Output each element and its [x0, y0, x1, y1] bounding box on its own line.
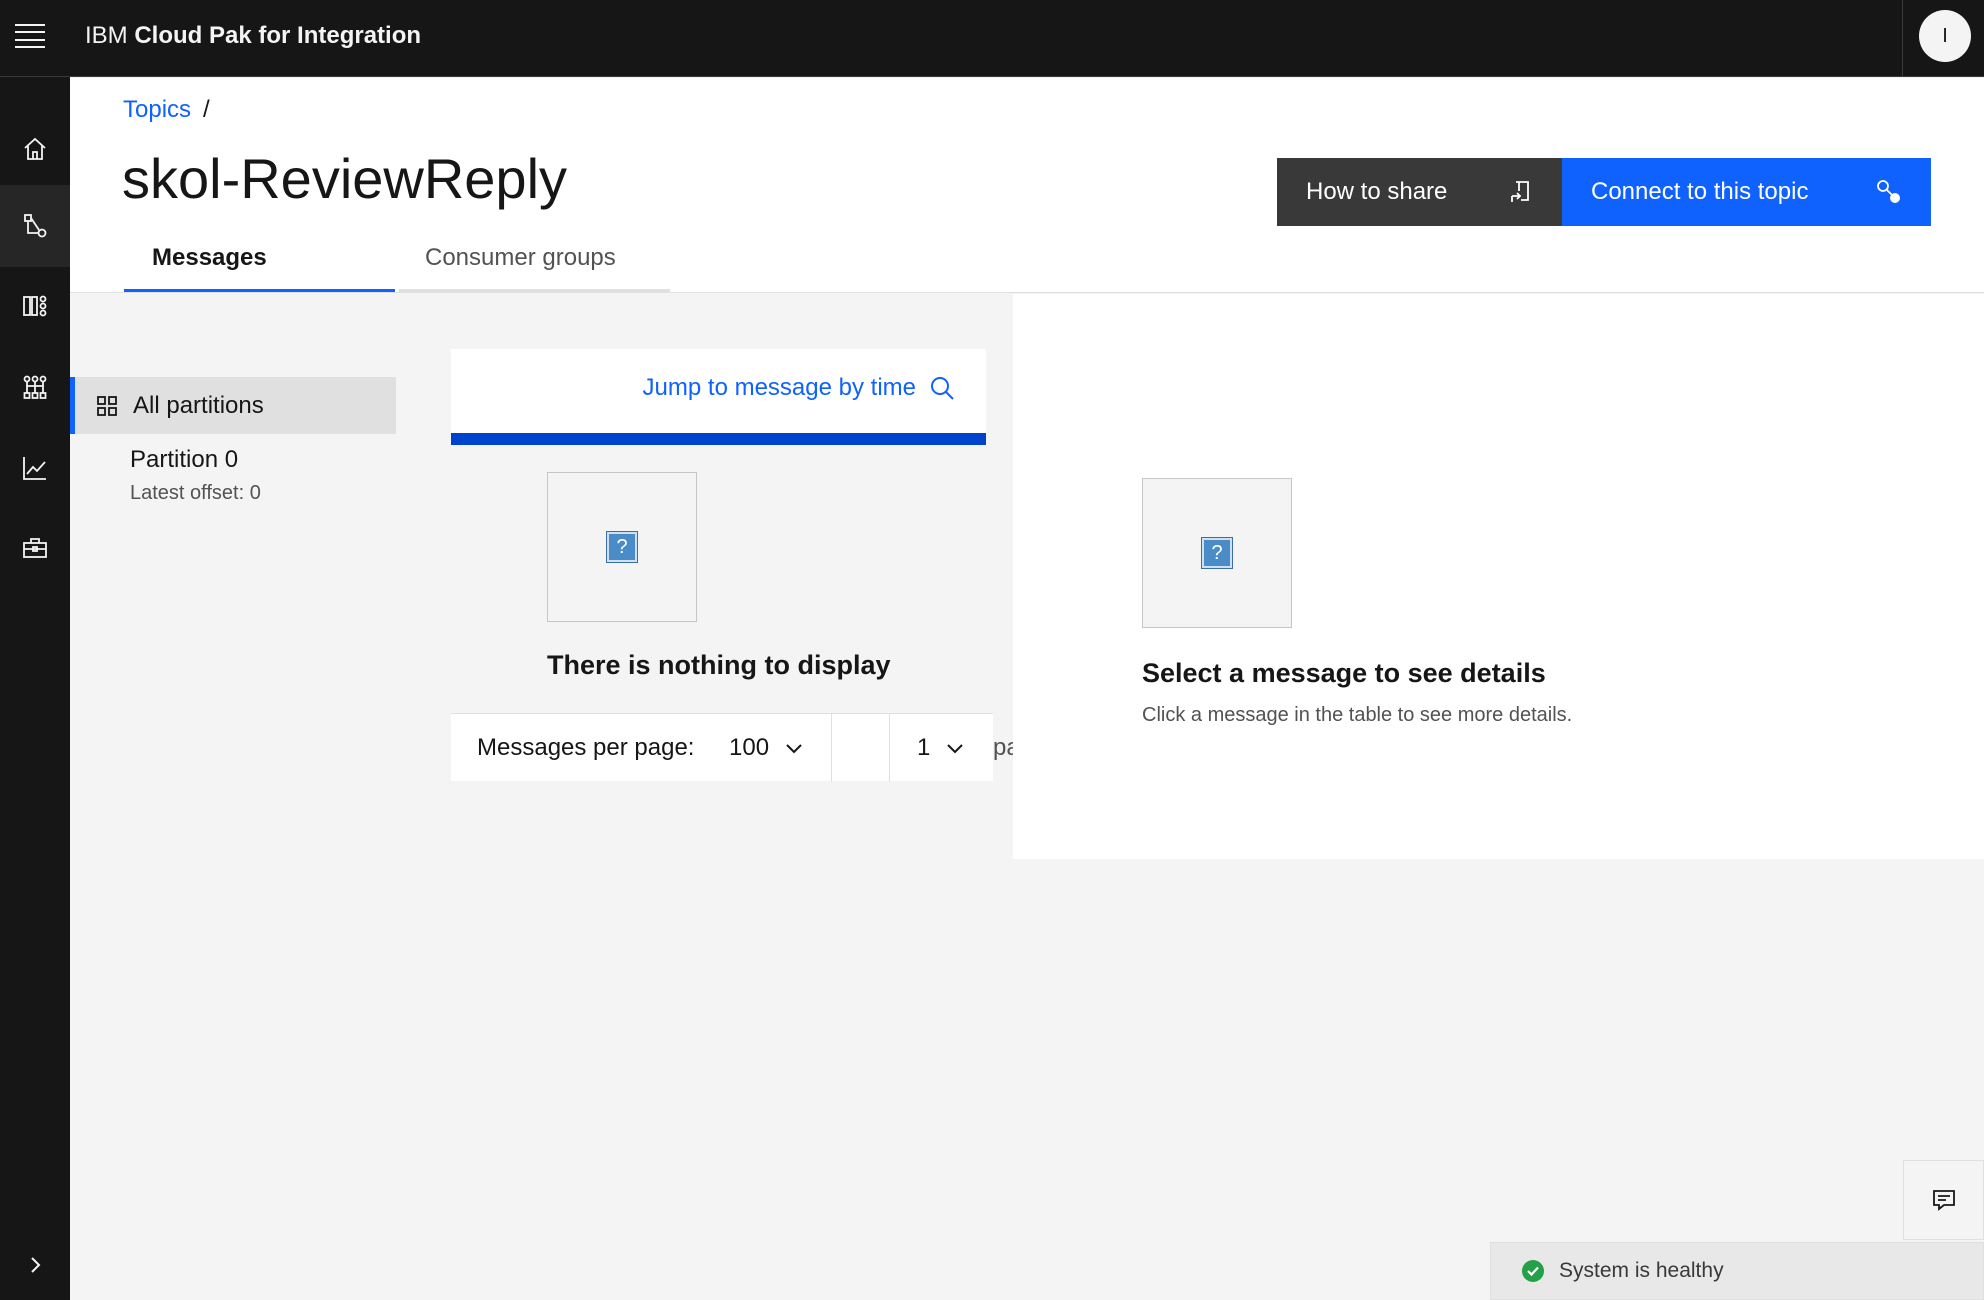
- nav-topology[interactable]: [0, 185, 70, 267]
- system-status[interactable]: System is healthy: [1490, 1242, 1984, 1300]
- details-title: Select a message to see details: [1142, 658, 1546, 688]
- partition-offset: Latest offset: 0: [130, 482, 261, 504]
- left-nav-rail: [0, 77, 70, 1300]
- pages-text: pa: [993, 734, 1013, 761]
- top-header: IBM Cloud Pak for Integration I: [0, 0, 1984, 77]
- check-circle-icon: [1522, 1260, 1544, 1282]
- chart-icon: [23, 457, 46, 480]
- product-name[interactable]: IBM Cloud Pak for Integration: [85, 22, 421, 50]
- breadcrumb: Topics /: [123, 96, 210, 124]
- how-to-share-label: How to share: [1306, 178, 1448, 205]
- pager-divider: [889, 714, 890, 782]
- how-to-share-button[interactable]: How to share: [1277, 158, 1562, 226]
- nav-dashboard[interactable]: [0, 265, 70, 347]
- tab-consumer-groups-label: Consumer groups: [425, 243, 616, 271]
- broken-image-icon: ?: [606, 531, 638, 563]
- per-page-select[interactable]: 100: [729, 714, 834, 782]
- feedback-button[interactable]: [1903, 1160, 1984, 1240]
- network-icon: [23, 375, 47, 399]
- per-page-label: Messages per page:: [477, 734, 695, 761]
- empty-state-title: There is nothing to display: [547, 650, 891, 680]
- tab-consumer-groups[interactable]: Consumer groups: [399, 226, 670, 292]
- nav-monitoring[interactable]: [0, 427, 70, 509]
- page-number-select[interactable]: 1: [917, 714, 987, 782]
- details-subtitle: Click a message in the table to see more…: [1142, 704, 1573, 726]
- brand-prefix: IBM: [85, 22, 128, 49]
- hamburger-menu-icon[interactable]: [15, 24, 45, 48]
- expand-nav-button[interactable]: [0, 1240, 70, 1290]
- pager-divider: [831, 714, 832, 782]
- page-title: skol-ReviewReply: [122, 147, 568, 210]
- user-menu[interactable]: I: [1902, 0, 1984, 77]
- share-icon: [1511, 181, 1529, 202]
- nav-network[interactable]: [0, 347, 70, 429]
- home-icon: [24, 137, 46, 160]
- chat-icon: [1932, 1190, 1955, 1211]
- partition-name: Partition 0: [130, 446, 239, 473]
- page-header: Topics / skol-ReviewReply How to share Co…: [70, 78, 1984, 293]
- grid-icon: [97, 395, 117, 416]
- per-page-value: 100: [729, 734, 770, 761]
- message-details-panel: ? Select a message to see details Click …: [1013, 294, 1984, 859]
- breadcrumb-separator: /: [203, 96, 210, 123]
- jump-to-message-link[interactable]: Jump to message by time: [643, 374, 916, 402]
- tab-messages-label: Messages: [152, 243, 267, 271]
- connect-to-topic-button[interactable]: Connect to this topic: [1562, 158, 1931, 226]
- tab-messages[interactable]: Messages: [124, 226, 395, 292]
- details-image: ?: [1142, 478, 1292, 628]
- nav-toolbox[interactable]: [0, 507, 70, 589]
- connect-to-topic-label: Connect to this topic: [1591, 178, 1809, 205]
- jump-to-time-bar: Jump to message by time: [451, 349, 986, 445]
- nav-home[interactable]: [0, 108, 70, 190]
- partition-item[interactable]: Partition 0 Latest offset: 0: [70, 440, 396, 518]
- partition-all-item[interactable]: All partitions: [70, 377, 396, 434]
- dashboard-icon: [23, 295, 47, 317]
- connect-icon: [1877, 180, 1900, 203]
- partition-all-label: All partitions: [133, 391, 264, 419]
- chevron-down-icon: [947, 744, 964, 754]
- brand-product: Cloud Pak for Integration: [134, 22, 422, 49]
- topology-icon: [24, 214, 47, 238]
- chevron-down-icon: [786, 744, 802, 754]
- status-label: System is healthy: [1559, 1259, 1724, 1282]
- pagination-bar: Messages per page: 100 1 pa: [451, 713, 1013, 782]
- broken-image-icon: ?: [1201, 537, 1233, 569]
- page-number-value: 1: [917, 734, 931, 761]
- empty-state-image: ?: [547, 472, 697, 622]
- user-avatar[interactable]: I: [1919, 10, 1971, 62]
- chevron-right-icon: [31, 1257, 41, 1273]
- search-icon[interactable]: [928, 374, 956, 402]
- breadcrumb-topics-link[interactable]: Topics: [123, 96, 191, 123]
- toolbox-icon: [23, 538, 47, 558]
